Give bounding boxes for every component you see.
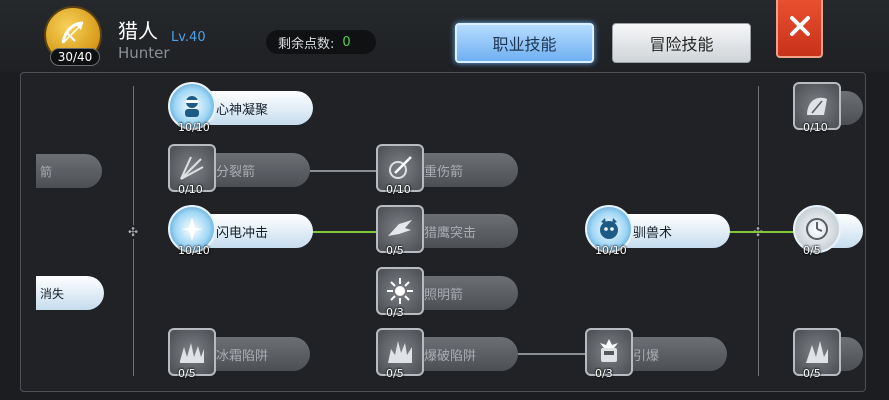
job-name: 猎人 bbox=[118, 19, 158, 43]
link-lightning-to-falcon bbox=[312, 231, 380, 233]
skill-name: 分裂箭 bbox=[216, 164, 256, 180]
skill-falcon-assault[interactable]: 猎鹰突击 0/5 bbox=[376, 205, 518, 257]
skill-points: 剩余点数: 0 bbox=[266, 30, 376, 54]
skill-level: 0/3 bbox=[595, 367, 613, 380]
link-blast-to-detonate bbox=[518, 353, 588, 355]
skill-name: 驯兽术 bbox=[633, 225, 673, 241]
job-name-en: Hunter bbox=[118, 44, 170, 62]
skill-partial-left-1-label: 箭 bbox=[40, 164, 53, 179]
skill-level: 0/5 bbox=[803, 244, 821, 257]
job-progress-badge: 30/40 bbox=[50, 48, 100, 66]
tab-adventure-skills[interactable]: 冒险技能 bbox=[612, 23, 751, 63]
skill-name: 引爆 bbox=[633, 348, 660, 364]
skill-name: 闪电冲击 bbox=[216, 225, 269, 241]
skill-name: 冰霜陷阱 bbox=[216, 348, 269, 364]
skill-meditation[interactable]: 心神凝聚 10/10 bbox=[168, 82, 313, 134]
skill-partial-right-2[interactable]: 0/5 bbox=[793, 205, 863, 257]
link-beast-to-next bbox=[728, 231, 798, 233]
points-label: 剩余点数: bbox=[278, 36, 335, 52]
skill-name: 猎鹰突击 bbox=[424, 225, 477, 241]
skill-name: 爆破陷阱 bbox=[424, 348, 477, 364]
skill-blast-trap[interactable]: 爆破陷阱 0/5 bbox=[376, 328, 518, 380]
tab-job-skills[interactable]: 职业技能 bbox=[455, 23, 594, 63]
link-split-to-wound bbox=[310, 170, 380, 172]
skill-level: 0/3 bbox=[386, 306, 404, 319]
skill-level: 0/10 bbox=[803, 121, 828, 134]
tier-divider-1-knot: ✣ bbox=[126, 225, 140, 239]
skill-wound-arrow[interactable]: 重伤箭 0/10 bbox=[376, 144, 518, 196]
skill-level: 0/5 bbox=[386, 244, 404, 257]
points-value: 0 bbox=[342, 34, 351, 50]
skill-level: 10/10 bbox=[178, 121, 210, 134]
skill-frost-trap[interactable]: 冰霜陷阱 0/5 bbox=[168, 328, 310, 380]
skill-beast-taming[interactable]: 驯兽术 10/10 bbox=[585, 205, 730, 257]
skill-lightning[interactable]: 闪电冲击 10/10 bbox=[168, 205, 313, 257]
skill-level: 0/10 bbox=[386, 183, 411, 196]
skill-partial-left-2[interactable]: 消失 bbox=[36, 276, 104, 310]
close-icon bbox=[789, 15, 811, 41]
skill-name: 照明箭 bbox=[424, 287, 464, 303]
skill-partial-right-1[interactable]: 0/10 bbox=[793, 82, 863, 134]
skill-name: 重伤箭 bbox=[424, 164, 464, 180]
skill-partial-left-2-label: 消失 bbox=[40, 286, 65, 301]
skill-name: 心神凝聚 bbox=[216, 102, 269, 118]
skill-level: 10/10 bbox=[178, 244, 210, 257]
skill-level: 10/10 bbox=[595, 244, 627, 257]
skill-partial-left-1[interactable]: 箭 bbox=[36, 154, 102, 188]
skill-level: 0/5 bbox=[803, 367, 821, 380]
job-level: Lv.40 bbox=[171, 30, 206, 45]
skill-level: 0/10 bbox=[178, 183, 203, 196]
skill-level: 0/5 bbox=[386, 367, 404, 380]
skill-partial-right-3[interactable]: 0/5 bbox=[793, 328, 863, 380]
skill-split-arrow[interactable]: 分裂箭 0/10 bbox=[168, 144, 310, 196]
skill-detonate[interactable]: 引爆 0/3 bbox=[585, 328, 727, 380]
skill-flare-arrow[interactable]: 照明箭 0/3 bbox=[376, 267, 518, 319]
close-button[interactable] bbox=[776, 0, 823, 58]
skill-level: 0/5 bbox=[178, 367, 196, 380]
